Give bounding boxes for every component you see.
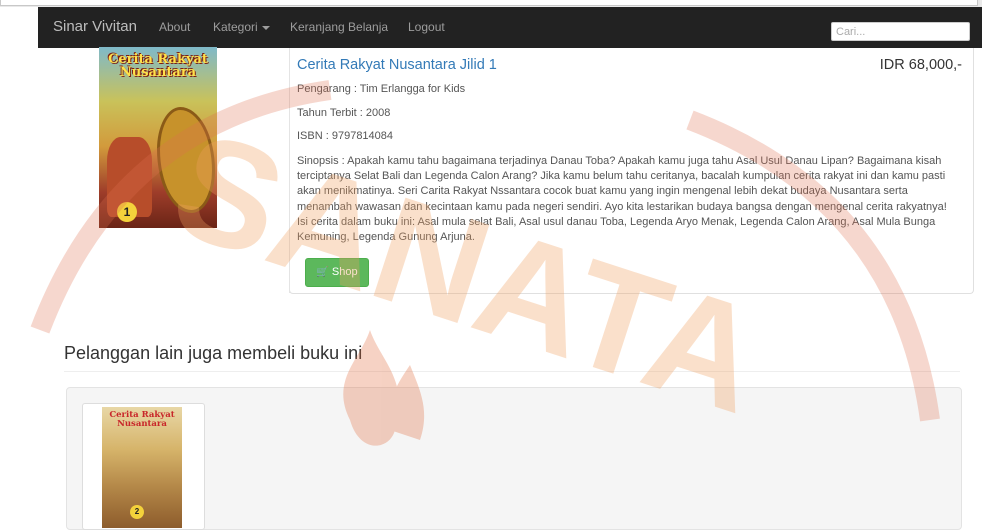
- book-cover-image: Cerita Rakyat Nusantara 1: [99, 47, 217, 228]
- recommended-book-cover-title: Cerita Rakyat Nusantara: [109, 410, 175, 429]
- shop-button-label: Shop: [331, 266, 358, 278]
- recommended-book-volume-badge: 2: [130, 505, 144, 519]
- section-divider: [64, 371, 960, 372]
- browser-top-strip: [0, 0, 982, 7]
- brand-link[interactable]: Sinar Vivitan: [53, 18, 137, 35]
- nav-about[interactable]: About: [159, 20, 190, 34]
- product-year: Tahun Terbit : 2008: [297, 107, 391, 119]
- cover-title-text: Cerita Rakyat Nusantara: [108, 52, 208, 80]
- shop-button[interactable]: 🛒 Shop: [305, 258, 369, 287]
- product-title-link[interactable]: Cerita Rakyat Nusantara Jilid 1: [297, 57, 497, 73]
- nav-keranjang-belanja[interactable]: Keranjang Belanja: [290, 20, 388, 34]
- chevron-down-icon: [261, 25, 270, 30]
- search-input[interactable]: [831, 22, 970, 41]
- product-synopsis: Sinopsis : Apakah kamu tahu bagaimana te…: [297, 155, 947, 244]
- recommended-book-cover[interactable]: Cerita Rakyat Nusantara 2: [102, 407, 182, 528]
- dragon-illustration: [157, 107, 215, 213]
- product-isbn: ISBN : 9797814084: [297, 130, 394, 142]
- product-author: Pengarang : Tim Erlangga for Kids: [297, 83, 466, 95]
- panel-divider: [289, 48, 290, 293]
- nav-kategori-dropdown[interactable]: Kategori: [213, 20, 270, 34]
- shopping-cart-icon: 🛒: [316, 267, 329, 278]
- navbar: Sinar Vivitan About Kategori Keranjang B…: [38, 7, 982, 48]
- recommendations-heading: Pelanggan lain juga membeli buku ini: [64, 343, 363, 363]
- nav-logout[interactable]: Logout: [408, 20, 445, 34]
- nav-kategori-label: Kategori: [213, 20, 258, 34]
- volume-badge: 1: [117, 202, 137, 222]
- product-price: IDR 68,000,-: [879, 57, 962, 73]
